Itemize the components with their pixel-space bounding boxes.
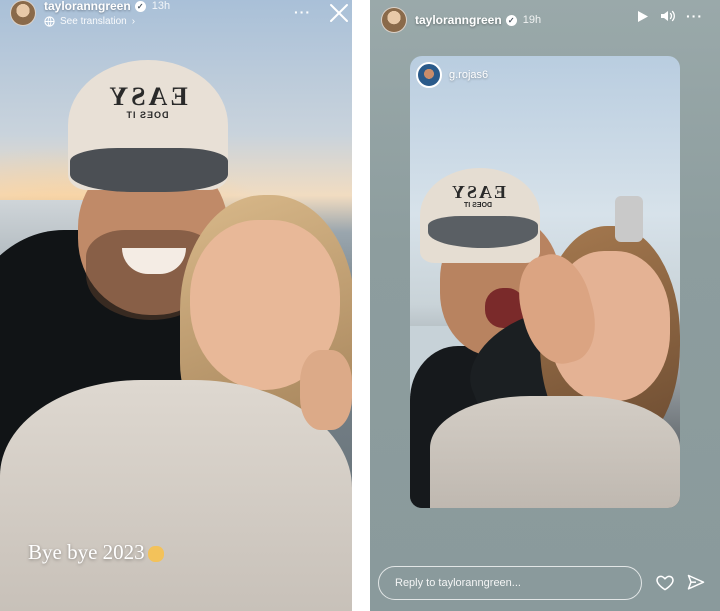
username[interactable]: tayloranngreen <box>44 0 131 13</box>
verified-badge-icon: ✓ <box>505 14 517 26</box>
timestamp: 13h <box>151 0 171 12</box>
right-story[interactable]: EASY DOES IT <box>370 0 720 611</box>
reply-input[interactable] <box>378 566 642 600</box>
avatar[interactable] <box>10 0 36 26</box>
heart-icon[interactable] <box>655 573 675 593</box>
left-story-image[interactable]: EASY DOES IT <box>0 0 352 611</box>
more-icon[interactable]: ··· <box>294 4 311 20</box>
reposted-story-card[interactable]: EASY DOES IT <box>410 56 680 508</box>
play-icon[interactable] <box>637 10 649 23</box>
reposted-username: g.rojas6 <box>449 69 489 81</box>
story-caption: Bye bye 2023 <box>28 540 164 565</box>
header-text: tayloranngreen ✓ 13h See translation › <box>44 0 170 27</box>
chevron-right-icon: › <box>131 16 136 27</box>
cap-text: EASY <box>106 82 188 111</box>
avatar[interactable] <box>381 7 407 33</box>
header-topline: tayloranngreen ✓ 19h <box>415 13 541 27</box>
verified-badge-icon: ✓ <box>134 0 146 12</box>
woman-hand <box>300 350 352 430</box>
see-translation-link[interactable]: See translation › <box>44 16 170 27</box>
timestamp: 19h <box>522 14 542 26</box>
volume-icon[interactable] <box>660 9 676 23</box>
avatar <box>416 62 442 88</box>
cap-text: EASY <box>450 182 507 202</box>
reposted-from-tag[interactable]: g.rojas6 <box>416 62 488 88</box>
left-photo: EASY DOES IT <box>0 0 352 611</box>
woman-hoodie <box>0 380 352 611</box>
woman-hoodie <box>430 396 680 508</box>
reposted-photo: EASY DOES IT <box>410 56 680 508</box>
username[interactable]: tayloranngreen <box>415 13 502 27</box>
translate-icon <box>44 16 55 27</box>
send-icon[interactable] <box>686 573 706 593</box>
cap-brim <box>428 216 538 248</box>
header-topline: tayloranngreen ✓ 13h <box>44 0 170 13</box>
caption-text: Bye bye 2023 <box>28 540 145 564</box>
close-icon[interactable] <box>328 2 350 24</box>
cap-subtext: DOES IT <box>125 110 169 120</box>
wristwatch <box>615 196 643 242</box>
cap-brim <box>70 148 228 192</box>
cap-subtext: DOES IT <box>464 202 493 209</box>
waving-hand-icon <box>147 546 164 563</box>
more-icon[interactable]: ··· <box>686 8 703 24</box>
see-translation-label: See translation <box>60 16 127 27</box>
